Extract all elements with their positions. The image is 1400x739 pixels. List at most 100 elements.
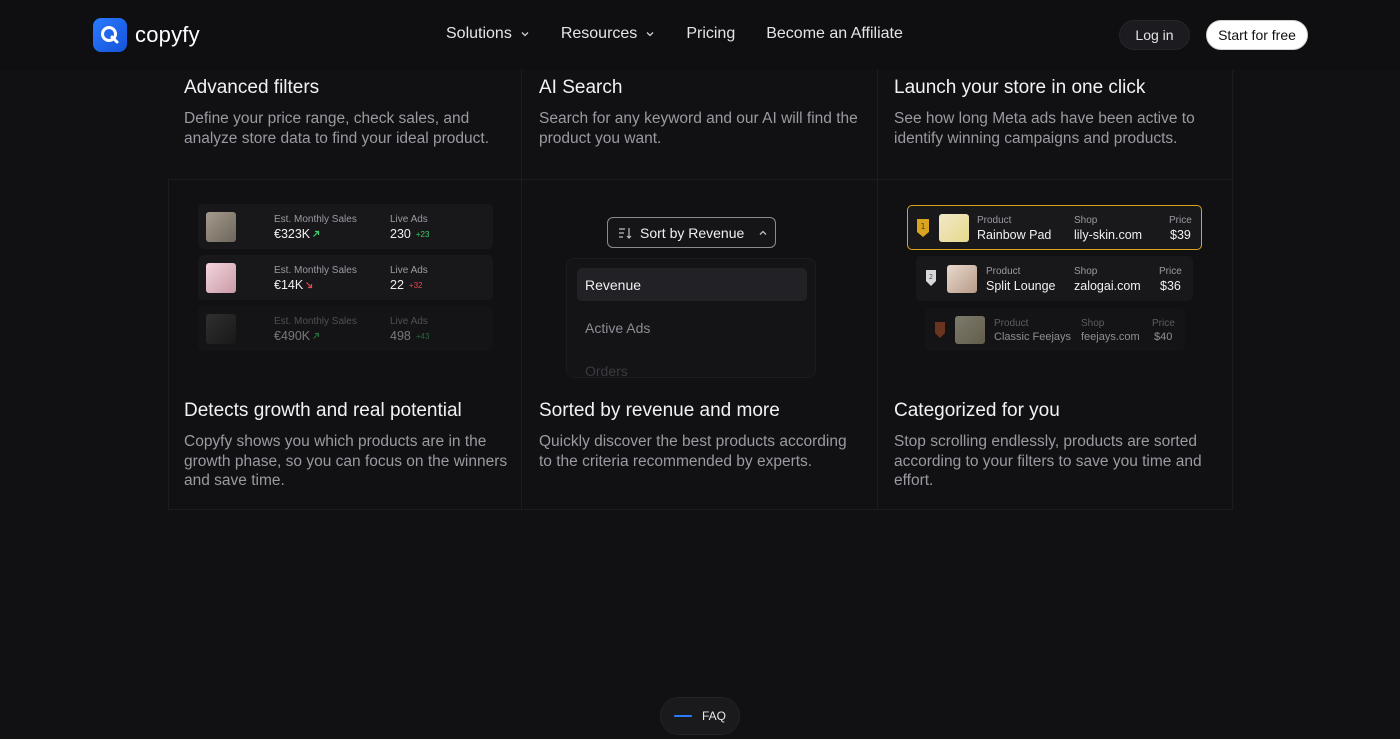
divider <box>168 509 1233 510</box>
ads-value: 230 +23 <box>390 227 429 241</box>
menu-affiliate-label: Become an Affiliate <box>766 25 903 42</box>
menu-solutions-label: Solutions <box>446 25 512 42</box>
product-thumbnail <box>206 212 236 242</box>
trend-up-icon <box>313 230 320 237</box>
product-label: Product <box>977 215 1012 226</box>
feature-desc-launch-store: See how long Meta ads have been active t… <box>894 109 1195 148</box>
sort-icon <box>619 227 632 239</box>
desc-line: Search for any keyword and our AI will f… <box>539 110 858 127</box>
shop-label: Shop <box>1074 266 1098 277</box>
ads-label: Live Ads <box>390 265 428 276</box>
login-button[interactable]: Log in <box>1119 20 1190 50</box>
ranked-product-row: 2 Product Split Lounge Shop zalogai.com … <box>916 256 1193 301</box>
menu-resources-label: Resources <box>560 25 638 42</box>
product-name: Rainbow Pad <box>977 228 1052 242</box>
product-thumbnail <box>206 263 236 293</box>
menu-pricing[interactable]: Pricing <box>686 25 735 43</box>
divider <box>521 70 522 510</box>
main-menu: Solutions Resources Pricing Become an Af… <box>446 25 934 43</box>
feature-title-ai-search: AI Search <box>539 77 623 98</box>
desc-line: Define your price range, check sales, an… <box>184 110 470 127</box>
product-thumbnail <box>947 265 977 293</box>
shop-label: Shop <box>1074 215 1098 226</box>
menu-pricing-label: Pricing <box>686 25 736 42</box>
shop-name: zalogai.com <box>1074 279 1141 293</box>
trend-up-icon <box>313 332 320 339</box>
product-name: Classic Feejays <box>994 331 1072 343</box>
ads-value: 498 +43 <box>390 329 429 343</box>
brand-name: copyfy <box>135 22 200 47</box>
rank-badge-gold-icon: 1 <box>917 219 929 237</box>
faq-section-pill[interactable]: FAQ <box>660 697 740 735</box>
menu-solutions[interactable]: Solutions <box>446 25 530 43</box>
ads-delta: +32 <box>408 280 423 290</box>
feature-title-categorized: Categorized for you <box>894 400 1060 421</box>
sales-label: Est. Monthly Sales <box>274 316 357 327</box>
desc-line: effort. <box>894 472 934 489</box>
product-name: Split Lounge <box>986 279 1056 293</box>
top-nav: copyfy Solutions Resources Pricing Becom… <box>0 0 1400 70</box>
ads-label: Live Ads <box>390 316 428 327</box>
ads-delta: +43 <box>415 331 430 341</box>
brand-logo[interactable]: copyfy <box>93 18 200 52</box>
product-thumbnail <box>939 214 969 242</box>
feature-desc-sorted: Quickly discover the best products accor… <box>539 432 847 471</box>
ads-count: 498 <box>390 329 411 343</box>
desc-line: growth phase, so you can focus on the wi… <box>184 452 508 470</box>
ads-count: 22 <box>390 278 404 292</box>
accent-bar <box>673 715 692 717</box>
sort-dropdown-button[interactable]: Sort by Revenue <box>607 217 776 248</box>
desc-line: and save time. <box>184 472 285 489</box>
feature-title-launch-store: Launch your store in one click <box>894 77 1146 98</box>
chevron-down-icon <box>646 32 654 37</box>
divider <box>877 70 878 510</box>
shop-name: feejays.com <box>1081 331 1140 343</box>
svg-text:2: 2 <box>929 273 933 281</box>
rank-badge-bronze-icon <box>935 322 945 338</box>
divider <box>168 179 1233 180</box>
feature-title-advanced-filters: Advanced filters <box>184 77 320 98</box>
price-label: Price <box>1159 266 1182 277</box>
ads-label: Live Ads <box>390 214 428 225</box>
sales-amount: €490K <box>274 329 311 343</box>
price-label: Price <box>1169 215 1192 226</box>
shop-name: lily-skin.com <box>1074 228 1143 242</box>
growth-row: Est. Monthly Sales €14K Live Ads 22 +32 <box>198 255 493 300</box>
product-thumbnail <box>206 314 236 344</box>
sort-options-panel: Revenue Active Ads Orders <box>566 258 816 378</box>
feature-desc-advanced-filters: Define your price range, check sales, an… <box>184 109 489 148</box>
desc-line: identify winning campaigns and products. <box>894 129 1178 147</box>
feature-title-sorted: Sorted by revenue and more <box>539 400 780 421</box>
sales-value: €490K <box>274 329 320 343</box>
sort-option-revenue[interactable]: Revenue <box>577 268 807 301</box>
rank-badge-silver-icon: 2 <box>926 270 936 286</box>
sales-value: €323K <box>274 227 320 241</box>
chevron-down-icon <box>521 32 529 37</box>
start-free-button[interactable]: Start for free <box>1206 20 1308 50</box>
sort-option-orders[interactable]: Orders <box>577 354 807 378</box>
divider <box>168 180 169 510</box>
faq-label: FAQ <box>701 709 726 723</box>
sales-amount: €14K <box>274 278 304 292</box>
price-value: $39 <box>1170 228 1191 242</box>
trend-down-icon <box>306 282 313 289</box>
feature-desc-growth: Copyfy shows you which products are in t… <box>184 432 507 491</box>
feature-desc-ai-search: Search for any keyword and our AI will f… <box>539 109 858 148</box>
desc-line: analyze store data to find your ideal pr… <box>184 129 490 147</box>
feature-title-growth: Detects growth and real potential <box>184 400 462 421</box>
sales-label: Est. Monthly Sales <box>274 214 357 225</box>
price-value: $36 <box>1160 279 1181 293</box>
menu-resources[interactable]: Resources <box>561 25 655 43</box>
desc-line: according to your filters to save you ti… <box>894 452 1202 470</box>
ads-delta: +23 <box>415 229 430 239</box>
product-label: Product <box>986 266 1021 277</box>
chevron-up-icon <box>759 230 767 235</box>
sort-option-active-ads[interactable]: Active Ads <box>577 311 807 344</box>
desc-line: See how long Meta ads have been active t… <box>894 110 1195 127</box>
sort-button-label: Sort by Revenue <box>640 224 745 241</box>
ranked-product-row: Product Classic Feejays Shop feejays.com… <box>925 308 1185 351</box>
divider <box>1232 70 1233 510</box>
menu-affiliate[interactable]: Become an Affiliate <box>766 25 903 43</box>
feature-desc-categorized: Stop scrolling endlessly, products are s… <box>894 432 1202 491</box>
ads-value: 22 +32 <box>390 278 422 292</box>
